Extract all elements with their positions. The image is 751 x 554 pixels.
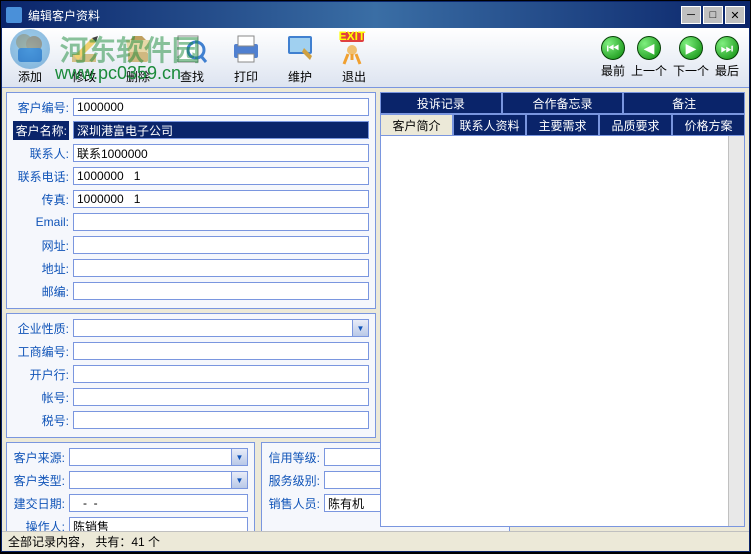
minimize-button[interactable]: ─: [681, 6, 701, 24]
date-input[interactable]: [69, 494, 248, 512]
source-dropdown-icon[interactable]: ▼: [232, 448, 248, 466]
maintain-icon: [282, 30, 318, 66]
nature-dropdown-icon[interactable]: ▼: [353, 319, 369, 337]
window-title: 编辑客户资料: [28, 7, 681, 24]
phone-label: 联系电话:: [13, 168, 69, 185]
nature-combo[interactable]: [73, 319, 353, 337]
regno-input[interactable]: [73, 342, 369, 360]
nav-last-button[interactable]: ⏭最后: [715, 36, 739, 79]
nav-prev-button[interactable]: ◀上一个: [631, 36, 667, 79]
vertical-scrollbar[interactable]: [728, 136, 744, 526]
fax-label: 传真:: [13, 191, 69, 208]
website-label: 网址:: [13, 237, 69, 254]
website-input[interactable]: [73, 236, 369, 254]
delete-icon: [120, 30, 156, 66]
last-icon: ⏭: [715, 36, 739, 60]
sales-label: 销售人员:: [268, 495, 320, 512]
contact-input[interactable]: [73, 144, 369, 162]
print-icon: [228, 30, 264, 66]
exit-button[interactable]: EXIT 退出: [336, 30, 372, 85]
exit-icon: EXIT: [336, 30, 372, 66]
type-label: 客户类型:: [13, 472, 65, 489]
type-dropdown-icon[interactable]: ▼: [232, 471, 248, 489]
source-combo[interactable]: [69, 448, 232, 466]
status-bar: 全部记录内容， 共有：41 个: [2, 531, 749, 551]
fax-input[interactable]: [73, 190, 369, 208]
regno-label: 工商编号:: [13, 343, 69, 360]
first-icon: ⏮: [601, 36, 625, 60]
tab-complaint[interactable]: 投诉记录: [380, 92, 502, 114]
operator-label: 操作人:: [13, 518, 65, 532]
contact-label: 联系人:: [13, 145, 69, 162]
account-input[interactable]: [73, 388, 369, 406]
watermark-url: www.pc0359.cn: [55, 63, 181, 84]
account-label: 帐号:: [13, 389, 69, 406]
postcode-input[interactable]: [73, 282, 369, 300]
address-input[interactable]: [73, 259, 369, 277]
tab-remark[interactable]: 备注: [623, 92, 745, 114]
customer-name-label: 客户名称:: [13, 121, 69, 140]
tab-intro[interactable]: 客户简介: [380, 114, 453, 136]
address-label: 地址:: [13, 260, 69, 277]
titlebar: 编辑客户资料 ─ □ ✕: [2, 2, 749, 28]
bank-input[interactable]: [73, 365, 369, 383]
email-input[interactable]: [73, 213, 369, 231]
operator-input[interactable]: [69, 517, 248, 531]
maintain-button[interactable]: 维护: [282, 30, 318, 85]
next-icon: ▶: [679, 36, 703, 60]
find-icon: [174, 30, 210, 66]
close-button[interactable]: ✕: [725, 6, 745, 24]
meta-left-group: 客户来源: ▼ 客户类型: ▼ 建交日期: 操作人:: [6, 442, 255, 531]
tab-demand[interactable]: 主要需求: [526, 114, 599, 136]
type-combo[interactable]: [69, 471, 232, 489]
bank-label: 开户行:: [13, 366, 69, 383]
tab-contact-info[interactable]: 联系人资料: [453, 114, 526, 136]
tab-quality[interactable]: 品质要求: [599, 114, 672, 136]
tax-label: 税号:: [13, 412, 69, 429]
add-icon: [12, 30, 48, 66]
source-label: 客户来源:: [13, 449, 65, 466]
email-label: Email:: [13, 215, 69, 229]
tabs-bottom-row: 客户简介 联系人资料 主要需求 品质要求 价格方案: [380, 114, 745, 136]
tax-input[interactable]: [73, 411, 369, 429]
maximize-button[interactable]: □: [703, 6, 723, 24]
add-button[interactable]: 添加: [12, 30, 48, 85]
date-label: 建交日期:: [13, 495, 65, 512]
nav-first-button[interactable]: ⏮最前: [601, 36, 625, 79]
customer-no-input[interactable]: [73, 98, 369, 116]
content-area[interactable]: [381, 136, 728, 526]
nav-next-button[interactable]: ▶下一个: [673, 36, 709, 79]
company-info-group: 企业性质: ▼ 工商编号: 开户行: 帐号: 税号:: [6, 313, 376, 438]
tab-memo[interactable]: 合作备忘录: [502, 92, 624, 114]
nature-label: 企业性质:: [13, 320, 69, 337]
edit-icon: [66, 30, 102, 66]
svg-text:EXIT: EXIT: [339, 30, 366, 43]
status-text: 全部记录内容， 共有：41 个: [8, 533, 160, 550]
postcode-label: 邮编:: [13, 283, 69, 300]
customer-info-group: 客户编号: 客户名称: 联系人: 联系电话: 传真: Email: 网址: 地址…: [6, 92, 376, 309]
credit-label: 信用等级:: [268, 449, 320, 466]
phone-input[interactable]: [73, 167, 369, 185]
print-button[interactable]: 打印: [228, 30, 264, 85]
app-icon: [6, 7, 22, 23]
customer-no-label: 客户编号:: [13, 99, 69, 116]
tab-content: [380, 136, 745, 527]
tab-price[interactable]: 价格方案: [672, 114, 745, 136]
service-label: 服务级别:: [268, 472, 320, 489]
tabs-top-row: 投诉记录 合作备忘录 备注: [380, 92, 745, 114]
customer-name-input[interactable]: [73, 121, 369, 139]
prev-icon: ◀: [637, 36, 661, 60]
